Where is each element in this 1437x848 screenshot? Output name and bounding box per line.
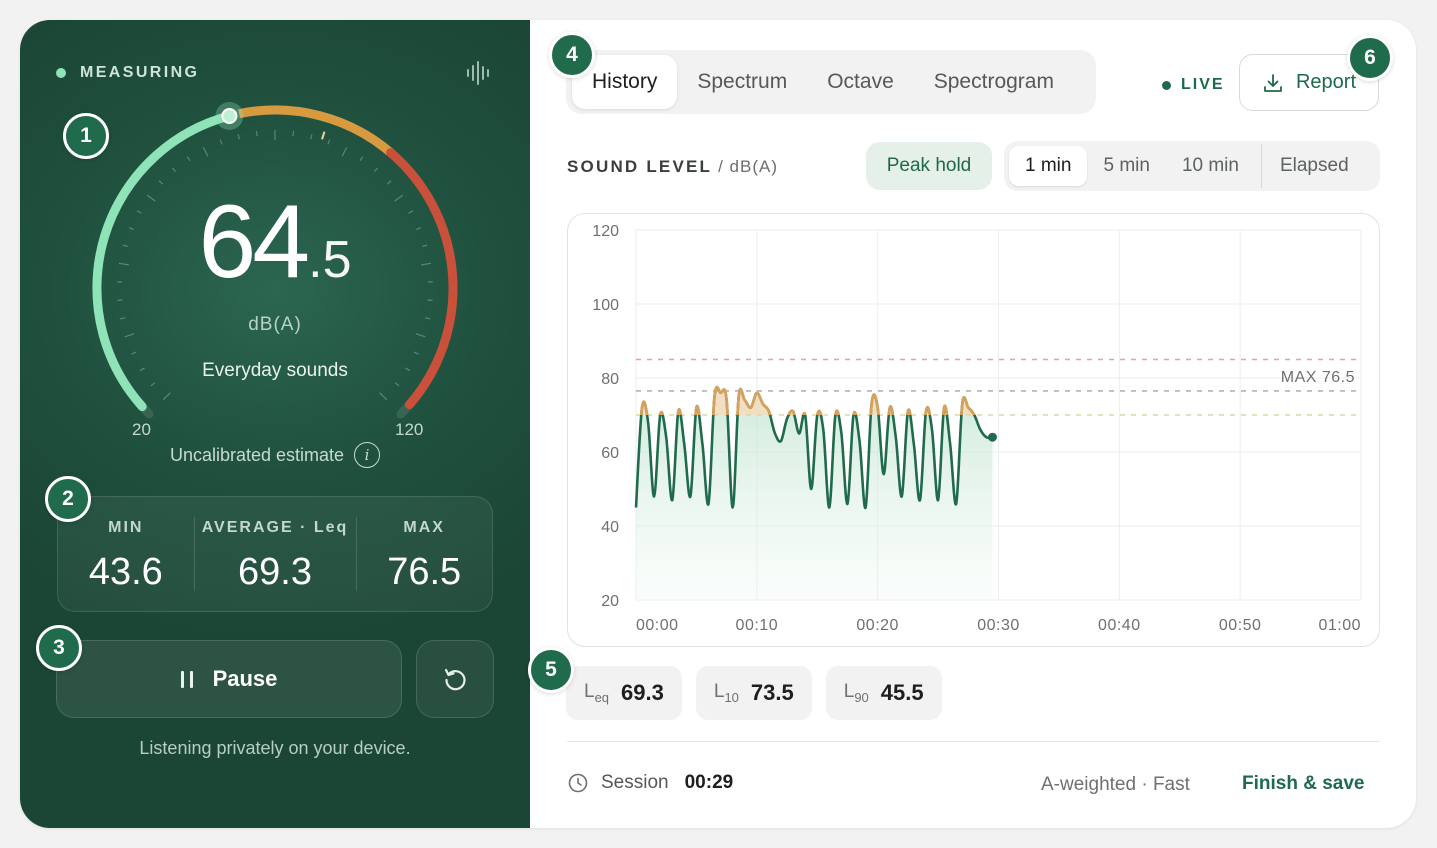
tab-spectrogram[interactable]: Spectrogram	[914, 55, 1074, 109]
range-separator	[1260, 144, 1262, 188]
range-elapsed[interactable]: Elapsed	[1264, 146, 1365, 186]
download-icon	[1264, 73, 1282, 92]
weighting-meta: A-weighted · Fast	[1041, 774, 1190, 795]
session-time: 00:29	[684, 772, 734, 793]
pause-icon	[180, 670, 193, 688]
pause-label: Pause	[212, 666, 278, 691]
chip-l90-value: 45.5	[880, 680, 924, 705]
gauge-arc-orange	[238, 105, 394, 157]
time-range-selector: 1 min 5 min 10 min Elapsed	[1004, 141, 1380, 191]
history-chart: 120 100 80 60 40 20 00:00 00:10 00:20 00:30 00:40 0…	[567, 213, 1380, 647]
stats-panel: MIN 43.6 AVERAGE · Leq 69.3 MAX 76.5	[57, 496, 493, 612]
chip-l90: L90 45.5	[825, 666, 942, 720]
reading-unit: dB(A)	[248, 314, 302, 335]
reset-icon	[444, 668, 466, 691]
app-card: MEASURING 64.5 dB(A) Everyday sounds 20 …	[20, 20, 1416, 828]
live-indicator: LIVE	[1162, 76, 1225, 94]
range-5-min[interactable]: 5 min	[1087, 146, 1165, 186]
info-icon[interactable]: i	[354, 442, 381, 468]
calibration-text: Uncalibrated estimate	[169, 444, 345, 465]
chip-leq-key: Leq	[584, 681, 610, 705]
chart-x-tick-label: 00:20	[856, 617, 899, 634]
reading-decimal: .5	[308, 231, 352, 289]
chart-x-tick-label: 00:00	[636, 617, 679, 634]
chart-current-point	[987, 432, 997, 442]
chart-x-tick-label: 00:10	[736, 617, 779, 634]
stat-max-value: 76.5	[387, 551, 462, 593]
range-10-min[interactable]: 10 min	[1166, 146, 1255, 186]
gauge-max-label: 120	[395, 420, 424, 439]
session-info: Session 00:29	[567, 772, 733, 794]
range-1-min[interactable]: 1 min	[1009, 146, 1088, 186]
chart-title-unit: / dB(A)	[718, 157, 779, 176]
badge-5: 5	[528, 647, 574, 693]
chart-x-tick-label: 00:30	[977, 617, 1020, 634]
live-label: LIVE	[1181, 76, 1225, 93]
history-chart-svg: 120 100 80 60 40 20 00:00 00:10 00:20 00:30 00:40 0…	[592, 223, 1362, 634]
stat-min-label: MIN	[108, 519, 144, 536]
chip-leq: Leq 69.3	[566, 666, 682, 720]
chart-y-tick-label: 60	[601, 445, 619, 462]
chart-title: SOUND LEVEL / dB(A)	[567, 157, 778, 177]
current-reading: 64.5	[20, 190, 530, 294]
chart-x-tick-label: 01:00	[1318, 617, 1361, 634]
stat-chips: Leq 69.3 L10 73.5 L90 45.5	[566, 666, 942, 720]
badge-4: 4	[549, 32, 595, 78]
chart-y-tick-label: 120	[592, 223, 619, 240]
privacy-note: Listening privately on your device.	[139, 738, 411, 758]
chip-l10-key: L10	[713, 681, 739, 705]
badge-1: 1	[63, 113, 109, 159]
stat-min-value: 43.6	[88, 551, 163, 593]
chip-leq-value: 69.3	[621, 680, 664, 705]
peak-hold-button[interactable]: Peak hold	[866, 142, 992, 190]
stat-average-value: 69.3	[238, 551, 312, 593]
chip-l10-value: 73.5	[750, 680, 794, 705]
chart-x-tick-label: 00:40	[1098, 617, 1141, 634]
gauge-knob	[221, 107, 238, 124]
chart-y-tick-label: 80	[601, 371, 619, 388]
finish-save-button[interactable]: Finish & save	[1242, 773, 1365, 795]
clock-icon	[568, 773, 588, 793]
gauge-min-label: 20	[132, 420, 151, 439]
stat-max: MAX 76.5	[356, 497, 492, 611]
chip-l10: L10 73.5	[695, 666, 812, 720]
reading-integer: 64	[198, 184, 310, 300]
stat-average-label: AVERAGE · Leq	[201, 519, 349, 536]
chart-max-label: MAX 76.5	[1281, 369, 1355, 386]
reading-description: Everyday sounds	[202, 360, 348, 381]
view-tabs: History Spectrum Octave Spectrogram	[566, 50, 1096, 114]
chart-y-tick-label: 20	[601, 593, 619, 610]
reset-button[interactable]	[416, 640, 494, 718]
stat-max-label: MAX	[403, 519, 445, 536]
tab-spectrum[interactable]: Spectrum	[677, 55, 807, 109]
calibration-note: Uncalibrated estimate i	[20, 442, 530, 468]
session-label: Session	[601, 772, 669, 793]
chart-y-tick-label: 40	[601, 519, 619, 536]
pause-button[interactable]: Pause	[56, 640, 402, 718]
badge-6: 6	[1347, 35, 1393, 81]
gauge-peak-marker	[321, 131, 326, 140]
live-dot-icon	[1162, 80, 1171, 90]
chip-l90-key: L90	[843, 681, 869, 705]
tab-octave[interactable]: Octave	[807, 55, 914, 109]
chart-y-tick-label: 100	[592, 297, 619, 314]
stat-average: AVERAGE · Leq 69.3	[193, 497, 357, 611]
chart-title-text: SOUND LEVEL	[567, 157, 713, 176]
report-label: Report	[1295, 71, 1357, 93]
badge-2: 2	[45, 476, 91, 522]
footer-divider	[567, 741, 1380, 742]
chart-x-tick-label: 00:50	[1219, 617, 1262, 634]
badge-3: 3	[36, 625, 82, 671]
